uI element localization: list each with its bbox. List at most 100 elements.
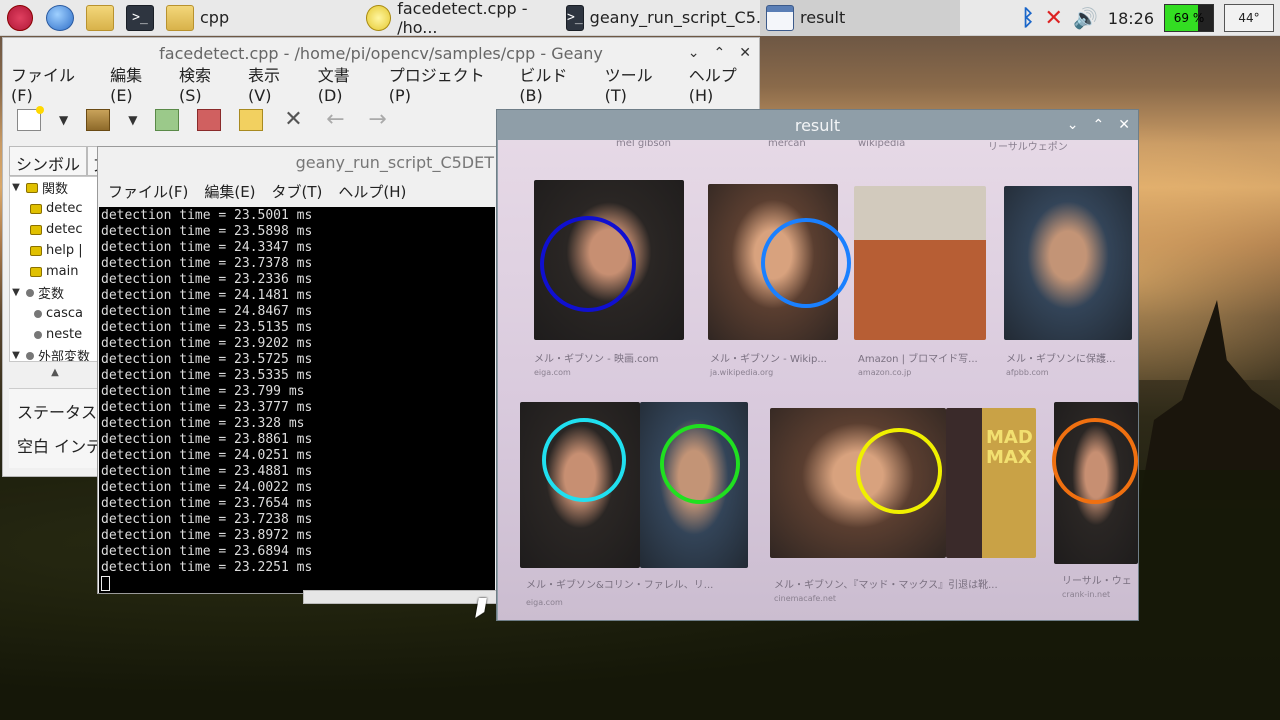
pane-splitter[interactable]: ▲ [9, 362, 101, 384]
menu-file[interactable]: ファイル(F) [108, 181, 188, 202]
maximize-icon[interactable]: ⌃ [1093, 117, 1105, 133]
network-disconnected-icon[interactable]: ✕ [1045, 6, 1063, 31]
result-window: result ⌄ ⌃ ✕ mel gibson mercan wikipedia… [496, 109, 1139, 621]
search-chip: mel gibson [616, 140, 671, 149]
menu-tabs[interactable]: タブ(T) [272, 181, 323, 202]
save-icon[interactable] [155, 109, 180, 131]
tree-functions[interactable]: ▼ 関数 [10, 177, 100, 198]
variable-icon [34, 330, 42, 339]
task-cpp[interactable]: cpp [160, 0, 360, 36]
back-arrow-icon[interactable]: ← [323, 109, 347, 131]
tree-label: neste [46, 327, 83, 342]
terminal-titlebar[interactable]: geany_run_script_C5DET [98, 147, 496, 177]
terminal-line: detection time = 24.8467 ms [101, 304, 313, 319]
function-icon [30, 203, 42, 214]
terminal-line: detection time = 23.5725 ms [101, 352, 313, 367]
minimize-icon[interactable]: ⌄ [1067, 117, 1079, 133]
tree-external[interactable]: ▼ 外部変数 [10, 345, 100, 362]
task-geany[interactable]: facedetect.cpp - /ho... [360, 0, 560, 37]
revert-icon[interactable] [239, 109, 264, 131]
terminal-line: detection time = 23.5001 ms [101, 208, 313, 223]
terminal-line: detection time = 24.0251 ms [101, 448, 313, 463]
tree-label: 関数 [42, 182, 69, 197]
terminal-line: detection time = 23.5335 ms [101, 368, 313, 383]
tree-item[interactable]: detec [10, 198, 100, 219]
window-title: geany_run_script_C5DET [295, 152, 494, 172]
terminal-menubar: ファイル(F) 編集(E) タブ(T) ヘルプ(H) [98, 177, 496, 205]
terminal-line: detection time = 23.2251 ms [101, 560, 313, 575]
temperature-monitor[interactable]: 44° [1224, 4, 1274, 32]
geany-titlebar[interactable]: facedetect.cpp - /home/pi/opencv/samples… [3, 38, 759, 68]
tree-variables[interactable]: ▼ 変数 [10, 282, 100, 303]
terminal-line: detection time = 24.1481 ms [101, 288, 313, 303]
terminal-line: detection time = 23.7654 ms [101, 496, 313, 511]
folder-icon [166, 4, 194, 31]
tree-item[interactable]: main [10, 261, 100, 282]
chevron-down-icon[interactable]: ▼ [59, 113, 68, 127]
face-detection-circle [660, 424, 740, 504]
terminal-line: detection time = 24.0022 ms [101, 480, 313, 495]
tree-item[interactable]: detec [10, 219, 100, 240]
photo-source: crank-in.net [1062, 590, 1111, 599]
tree-item[interactable]: casca [10, 303, 100, 324]
maximize-icon[interactable]: ⌃ [714, 45, 726, 61]
terminal-line: detection time = 23.3777 ms [101, 400, 313, 415]
menu-edit[interactable]: 編集(E) [204, 181, 255, 202]
tree-label: 外部変数 [38, 350, 91, 362]
tree-label: casca [46, 306, 84, 321]
new-file-icon[interactable] [17, 106, 44, 131]
search-chip: wikipedia [858, 140, 906, 149]
photo-thumbnail: MAD MAX [946, 408, 1036, 558]
task-label: result [800, 8, 846, 27]
face-detection-circle [542, 418, 626, 502]
external-var-icon [26, 351, 34, 360]
expand-arrow-icon[interactable]: ▼ [10, 182, 22, 193]
close-file-icon[interactable]: ✕ [281, 109, 305, 131]
minimize-icon[interactable]: ⌄ [688, 45, 700, 61]
expand-arrow-icon[interactable]: ▼ [10, 287, 22, 298]
open-file-icon[interactable] [86, 109, 111, 131]
task-result[interactable]: result [760, 0, 960, 36]
chevron-down-icon[interactable]: ▼ [128, 113, 137, 127]
search-chip: mercan [768, 140, 806, 149]
menu-launcher[interactable] [0, 0, 40, 36]
indent-status: 空白 インデ [17, 437, 103, 456]
window-title: facedetect.cpp - /home/pi/opencv/samples… [159, 43, 603, 63]
files-launcher[interactable] [80, 0, 120, 36]
geany-icon [366, 4, 392, 31]
result-titlebar[interactable]: result ⌄ ⌃ ✕ [497, 110, 1138, 140]
task-terminal[interactable]: >_ geany_run_script_C5... [560, 0, 771, 36]
terminal-line: detection time = 23.328 ms [101, 416, 305, 431]
bluetooth-icon[interactable]: ᛒ [1021, 6, 1034, 31]
photo-thumbnail [1004, 186, 1132, 340]
folder-icon [86, 4, 114, 31]
poster-title: MAD MAX [986, 427, 1033, 468]
terminal-launcher[interactable]: >_ [120, 0, 160, 36]
terminal-line: detection time = 23.4881 ms [101, 464, 313, 479]
terminal-line: detection time = 23.2336 ms [101, 272, 313, 287]
camera-frame: mel gibson mercan wikipedia リーサルウェポン メル・… [498, 140, 1138, 620]
terminal-output[interactable]: detection time = 23.5001 ms detection tim… [99, 207, 495, 593]
expand-arrow-icon[interactable]: ▼ [10, 350, 22, 361]
close-icon[interactable]: ✕ [1118, 117, 1130, 133]
forward-arrow-icon[interactable]: → [365, 109, 389, 131]
menu-help[interactable]: ヘルプ(H) [338, 181, 406, 202]
tree-item[interactable]: neste [10, 324, 100, 345]
photo-source: afpbb.com [1006, 368, 1049, 377]
tree-item[interactable]: help | [10, 240, 100, 261]
tab-symbols[interactable]: シンボル [9, 146, 87, 175]
terminal-line: detection time = 23.5135 ms [101, 320, 313, 335]
photo-source: amazon.co.jp [858, 368, 912, 377]
close-icon[interactable]: ✕ [739, 45, 751, 61]
volume-icon[interactable]: 🔊 [1073, 6, 1098, 30]
raspberry-icon [7, 4, 33, 31]
terminal-icon: >_ [126, 4, 154, 31]
save-all-icon[interactable] [197, 109, 222, 131]
status-tab[interactable]: ステータス [9, 389, 101, 423]
cpu-monitor[interactable]: 69 % [1164, 4, 1214, 32]
photo-source: ja.wikipedia.org [710, 368, 774, 377]
browser-launcher[interactable] [40, 0, 80, 36]
symbol-tree: ▼ 関数 detec detec help | main ▼ 変数 casca ne… [9, 176, 101, 362]
terminal-line: detection time = 23.6894 ms [101, 544, 313, 559]
clock[interactable]: 18:26 [1108, 9, 1154, 28]
